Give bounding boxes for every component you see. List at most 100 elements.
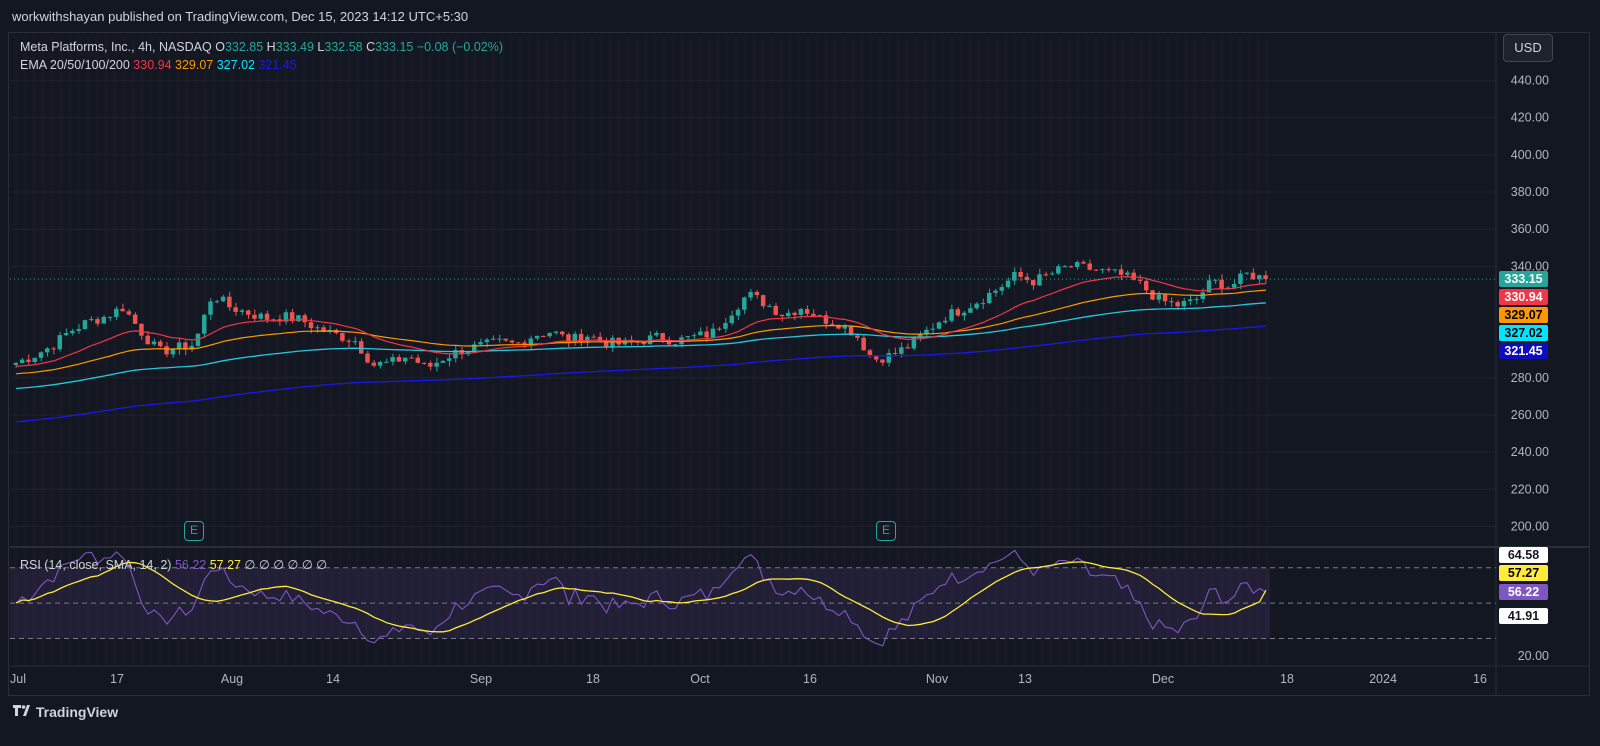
- candle-body: [1068, 266, 1074, 268]
- candle-body: [1106, 269, 1111, 271]
- candle-body: [1244, 272, 1249, 274]
- earnings-icon[interactable]: E: [876, 521, 896, 541]
- candle-body: [390, 357, 395, 362]
- candle-body: [1062, 266, 1067, 268]
- candle-body: [139, 323, 144, 336]
- candle-body: [723, 323, 728, 329]
- candle-body: [1231, 284, 1237, 288]
- candle-body: [114, 308, 119, 317]
- candle-body: [76, 328, 81, 331]
- y-tick-label: 200.00: [1511, 519, 1549, 533]
- candle-body: [936, 322, 942, 329]
- ohlc-high-label: H: [266, 40, 276, 54]
- symbol-name[interactable]: Meta Platforms, Inc., 4h, NASDAQ: [20, 40, 212, 54]
- candle-body: [1043, 274, 1048, 276]
- candle-body: [1137, 279, 1143, 281]
- candle-body: [773, 305, 778, 315]
- candle-body: [691, 335, 697, 337]
- candle-body: [151, 341, 157, 345]
- candle-body: [440, 360, 446, 363]
- candle-body: [974, 303, 979, 309]
- candle-body: [120, 308, 125, 312]
- x-tick-label: Dec: [1152, 672, 1174, 686]
- rsi-label[interactable]: RSI (14, close, SMA, 14, 2): [20, 558, 171, 572]
- candle-body: [553, 331, 559, 333]
- ohlc-change: −0.08 (−0.02%): [416, 40, 504, 54]
- candle-body: [1125, 272, 1130, 275]
- candle-body: [792, 312, 797, 315]
- candle-body: [245, 310, 251, 315]
- candle-body: [302, 315, 307, 323]
- candle-body: [478, 342, 483, 345]
- candle-body: [955, 309, 961, 316]
- candle-body: [346, 340, 351, 342]
- candle-body: [1162, 294, 1168, 302]
- candle-body: [729, 315, 734, 324]
- candle-body: [202, 314, 207, 334]
- candle-body: [610, 337, 615, 348]
- candle-body: [660, 332, 665, 341]
- candle-body: [252, 314, 257, 319]
- ohlc-open: 332.85: [224, 40, 264, 54]
- candle-body: [308, 322, 314, 329]
- candle-body: [164, 346, 169, 355]
- candle-body: [654, 332, 659, 336]
- candle-body: [685, 336, 691, 338]
- rsi-ma-value: 57.27: [209, 558, 241, 572]
- y-tick-label: 440.00: [1511, 74, 1549, 88]
- candle-body: [1250, 272, 1256, 280]
- candle-body: [1100, 269, 1105, 271]
- candle-body: [1049, 273, 1055, 275]
- ohlc-high: 333.49: [275, 40, 314, 54]
- x-tick-label: Aug: [221, 672, 243, 686]
- candle-body: [698, 331, 703, 336]
- candle-body: [867, 350, 873, 356]
- candle-body: [786, 312, 791, 317]
- tradingview-logo-icon: [12, 703, 32, 720]
- ema100-value: 327.02: [216, 58, 255, 72]
- ema50-value: 329.07: [175, 58, 214, 72]
- candle-body: [754, 291, 760, 296]
- x-tick-label: Sep: [470, 672, 492, 686]
- candle-body: [1156, 294, 1162, 300]
- candle-body: [1005, 280, 1011, 288]
- candle-body: [365, 353, 370, 363]
- candle-body: [1257, 275, 1262, 280]
- candle-body: [415, 357, 420, 363]
- candle-body: [107, 316, 113, 318]
- candle-body: [1213, 279, 1218, 281]
- candle-body: [490, 338, 496, 340]
- earnings-icon[interactable]: E: [184, 521, 204, 541]
- candle-body: [421, 362, 427, 364]
- candle-body: [271, 319, 276, 321]
- candle-body: [1118, 269, 1124, 275]
- rsi-tick-label: 20.00: [1518, 649, 1549, 663]
- candle-body: [208, 301, 213, 315]
- y-tick-label: 380.00: [1511, 185, 1549, 199]
- y-tick-label: 280.00: [1511, 371, 1549, 385]
- candle-body: [95, 319, 100, 324]
- price-chart[interactable]: 440.00420.00400.00380.00360.00340.00280.…: [0, 0, 1600, 746]
- candle-body: [26, 359, 31, 363]
- candle-body: [396, 357, 402, 362]
- candle-body: [899, 347, 904, 354]
- candle-body: [861, 337, 866, 351]
- candle-body: [13, 363, 19, 365]
- candle-body: [371, 362, 377, 366]
- candle-body: [905, 347, 910, 349]
- candle-body: [892, 353, 898, 355]
- candle-body: [1018, 272, 1023, 277]
- candle-body: [1150, 290, 1155, 300]
- candle-body: [70, 330, 75, 334]
- candle-body: [82, 320, 88, 329]
- candle-body: [767, 305, 772, 307]
- currency-button[interactable]: USD: [1503, 34, 1553, 62]
- candle-body: [886, 353, 891, 363]
- candle-body: [377, 362, 383, 366]
- candle-body: [1093, 269, 1099, 271]
- ema-label[interactable]: EMA 20/50/100/200: [20, 58, 130, 72]
- candle-body: [446, 358, 452, 361]
- tradingview-footer[interactable]: TradingView: [12, 703, 118, 720]
- rsi-tag: 56.22: [1499, 584, 1548, 600]
- tradingview-brand: TradingView: [35, 704, 119, 720]
